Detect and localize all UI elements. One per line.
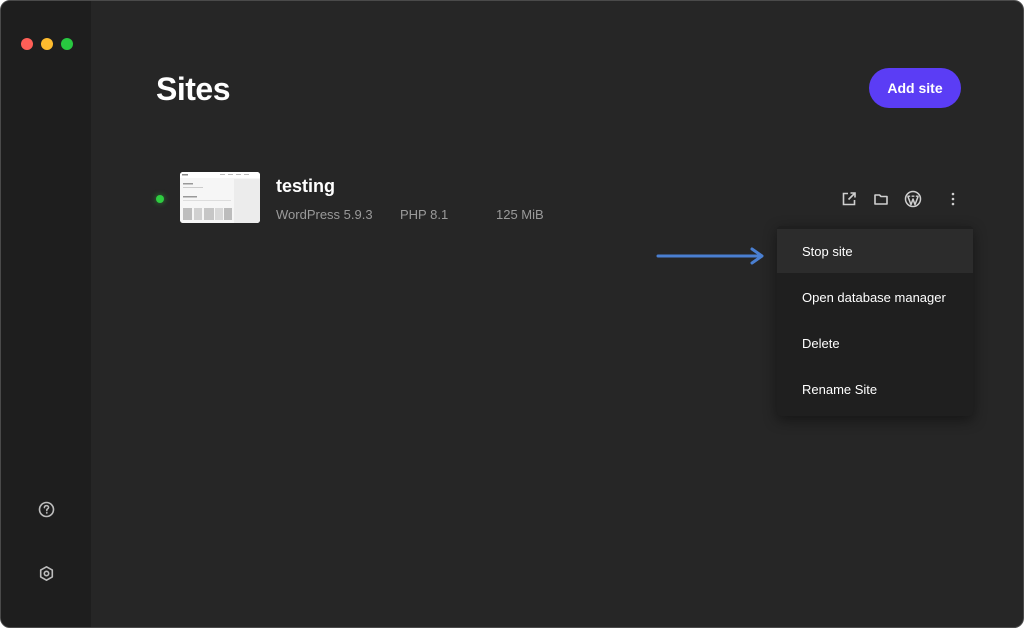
gear-icon[interactable] — [36, 563, 56, 583]
arrow-annotation-icon — [656, 246, 768, 271]
main-content: Sites Add site testing WordPress 5.9.3 P… — [91, 1, 1023, 627]
menu-item-delete[interactable]: Delete — [777, 321, 973, 365]
wordpress-icon[interactable] — [903, 189, 923, 209]
site-size: 125 MiB — [496, 207, 544, 222]
site-context-menu: Stop site Open database manager Delete R… — [777, 226, 973, 416]
more-vertical-icon[interactable] — [943, 189, 963, 209]
close-window-button[interactable] — [21, 38, 33, 50]
minimize-window-button[interactable] — [41, 38, 53, 50]
page-title: Sites — [156, 71, 230, 107]
site-thumbnail[interactable] — [180, 172, 260, 223]
site-name[interactable]: testing — [276, 176, 335, 197]
wordpress-version: WordPress 5.9.3 — [276, 207, 373, 222]
sidebar — [1, 1, 91, 627]
menu-item-open-database-manager[interactable]: Open database manager — [777, 275, 973, 319]
php-version: PHP 8.1 — [400, 207, 449, 222]
menu-item-stop-site[interactable]: Stop site — [777, 229, 973, 273]
app-window: Sites Add site testing WordPress 5.9.3 P… — [0, 0, 1024, 628]
folder-icon[interactable] — [871, 189, 891, 209]
help-circle-icon[interactable] — [36, 499, 56, 519]
zoom-window-button[interactable] — [61, 38, 73, 50]
external-link-icon[interactable] — [839, 189, 859, 209]
menu-item-rename-site[interactable]: Rename Site — [777, 367, 973, 411]
site-status-indicator — [156, 195, 164, 203]
add-site-button[interactable]: Add site — [869, 68, 961, 108]
